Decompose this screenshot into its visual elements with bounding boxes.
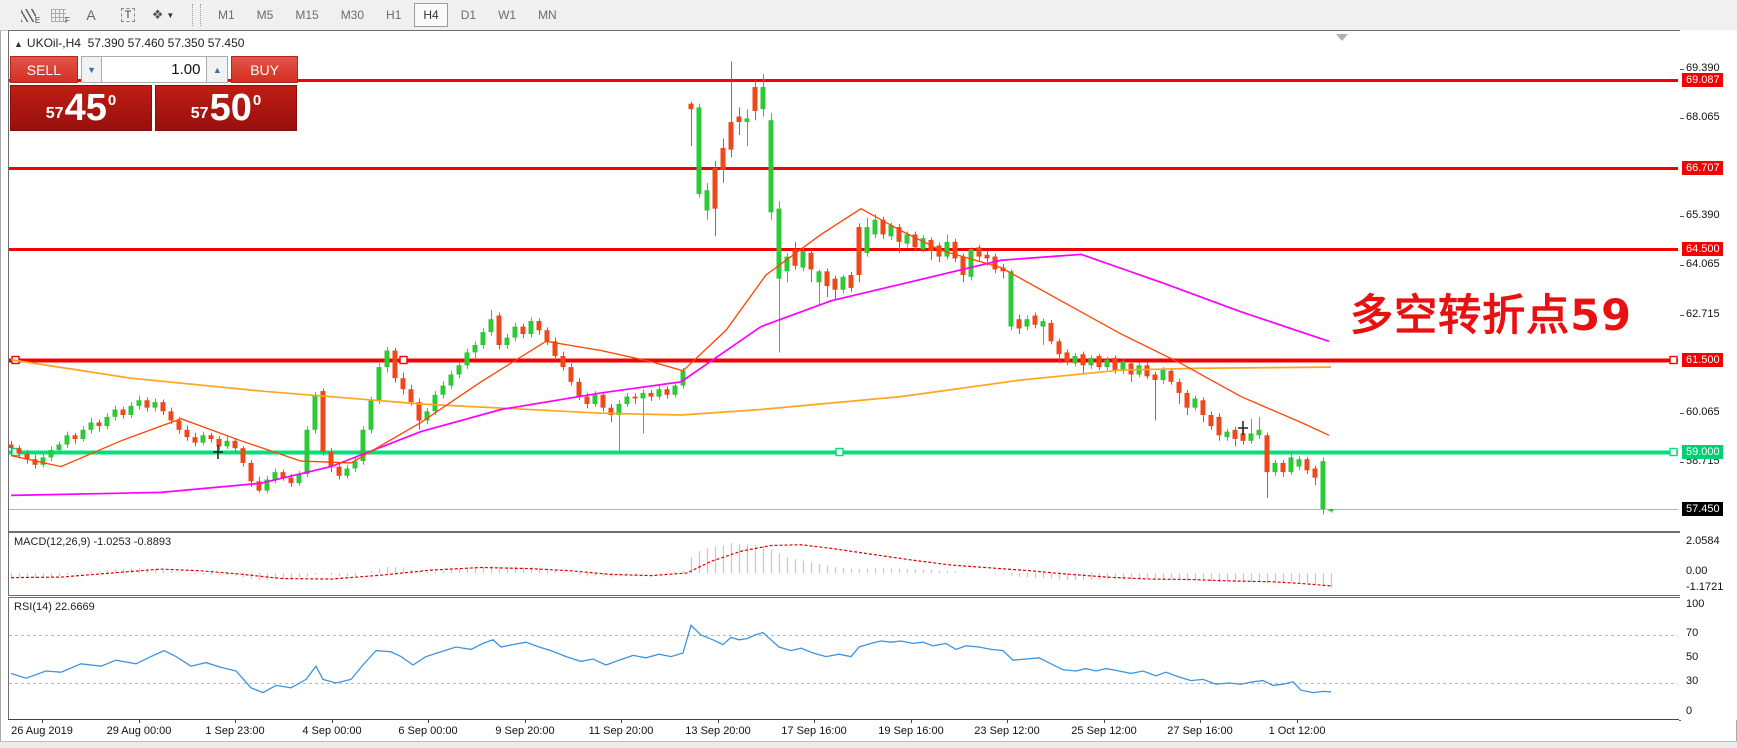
time-axis-tick: [139, 720, 140, 723]
price-axis-tick: 68.065: [1686, 110, 1720, 123]
axis-tick-dash: [1680, 216, 1684, 218]
price-badge: 57.450: [1682, 501, 1723, 516]
time-axis-label: 19 Sep 16:00: [878, 725, 944, 737]
price-axis-tick: 100: [1686, 598, 1705, 610]
axis-tick-dash: [1680, 412, 1684, 414]
price-axis-tick: 64.065: [1686, 258, 1720, 271]
time-axis-label: 26 Aug 2019: [11, 725, 73, 737]
axis-tick-dash: [1680, 462, 1684, 464]
rsi-panel[interactable]: [8, 597, 1681, 721]
time-axis-tick: [621, 720, 622, 723]
volume-decrease-button[interactable]: ▼: [80, 56, 103, 83]
time-axis-tick: [1104, 720, 1105, 723]
price-badge: 64.500: [1682, 242, 1723, 257]
axis-tick-dash: [1680, 314, 1684, 316]
ma-orangered: [10, 207, 1330, 468]
time-axis-tick: [42, 720, 43, 723]
rsi-label: RSI(14) 22.6669: [14, 601, 95, 613]
timeframe-button-MN[interactable]: MN: [529, 3, 566, 27]
time-axis-label: 4 Sep 00:00: [302, 725, 362, 737]
timeframe-button-H1[interactable]: H1: [377, 3, 410, 27]
price-axis-tick: 65.390: [1686, 209, 1720, 222]
time-axis-label: 17 Sep 16:00: [781, 725, 847, 737]
buy-price-display[interactable]: 57 50 0: [155, 85, 297, 131]
time-axis-tick: [1200, 720, 1201, 723]
price-badge: 61.500: [1682, 352, 1723, 367]
price-axis-tick: 30: [1686, 675, 1699, 687]
price-axis-tick: 0.00: [1686, 565, 1708, 577]
volume-increase-button[interactable]: ▲: [206, 56, 229, 83]
collapse-arrow-icon[interactable]: ▲: [14, 39, 23, 49]
timeframe-button-M30[interactable]: M30: [332, 3, 373, 27]
buy-button[interactable]: BUY: [231, 56, 298, 83]
macd-label: MACD(12,26,9) -1.0253 -0.8893: [14, 536, 172, 548]
price-axis[interactable]: 69.390 68.065 65.390 64.065 62.715 60.065 58.7…: [1680, 30, 1737, 720]
time-axis-label: 1 Sep 23:00: [205, 725, 265, 737]
sell-price-display[interactable]: 57 45 0: [10, 85, 152, 131]
axis-tick-dash: [1680, 265, 1684, 267]
chart-shift-marker-icon[interactable]: [1336, 34, 1348, 41]
price-axis-tick: 50: [1686, 651, 1699, 663]
hline-handle[interactable]: [399, 355, 408, 365]
time-axis-tick: [235, 720, 236, 723]
timeframe-button-W1[interactable]: W1: [489, 3, 525, 27]
chart-text-annotation[interactable]: 多空转折点59: [1316, 281, 1632, 343]
price-badge: 66.707: [1682, 160, 1723, 175]
time-axis-tick: [911, 720, 912, 723]
time-axis-label: 23 Sep 12:00: [974, 725, 1040, 737]
price-axis-tick: 0: [1686, 705, 1693, 717]
elliott-impulse-tool-icon[interactable]: E: [17, 2, 45, 28]
toolbar-separator: [192, 4, 201, 26]
time-axis-label: 27 Sep 16:00: [1167, 725, 1233, 737]
text-box-tool-icon[interactable]: T: [114, 2, 142, 28]
hline-handle[interactable]: [1669, 447, 1678, 457]
time-axis[interactable]: 26 Aug 2019 29 Aug 00:00 1 Sep 23:00 4 Sep …: [8, 719, 1679, 742]
price-badge: 69.087: [1682, 73, 1723, 88]
time-axis-tick: [1297, 720, 1298, 723]
hline-handle[interactable]: [835, 447, 844, 457]
text-label-tool-icon[interactable]: A: [77, 2, 105, 28]
timeframe-button-M1[interactable]: M1: [209, 3, 244, 27]
volume-input[interactable]: [102, 56, 207, 83]
time-axis-tick: [428, 720, 429, 723]
macd-panel[interactable]: [8, 532, 1681, 596]
macd-signal-line: [10, 544, 1332, 587]
axis-tick-dash: [1680, 117, 1684, 119]
time-axis-label: 13 Sep 20:00: [685, 725, 751, 737]
elliott-correction-tool-icon[interactable]: F: [47, 2, 75, 28]
time-axis-tick: [332, 720, 333, 723]
timeframe-button-H4[interactable]: H4: [414, 3, 448, 27]
price-axis-tick: 2.0584: [1686, 535, 1720, 548]
timeframe-button-M5[interactable]: M5: [248, 3, 283, 27]
axis-tick-dash: [1680, 69, 1684, 70]
macd-canvas: [10, 543, 1333, 588]
arrows-tool-icon[interactable]: ❖ ▼: [149, 2, 177, 28]
price-axis-tick: 62.715: [1686, 307, 1720, 320]
price-axis-tick: -1.1721: [1686, 581, 1724, 593]
time-axis-label: 6 Sep 00:00: [398, 725, 458, 737]
price-badge: 59.000: [1682, 444, 1723, 459]
price-axis-tick: 70: [1686, 627, 1699, 639]
time-axis-label: 25 Sep 12:00: [1071, 725, 1137, 737]
chart-symbol-title: ▲ UKOil-,H4 57.390 57.460 57.350 57.450: [14, 36, 245, 50]
timeframe-button-M15[interactable]: M15: [286, 3, 327, 27]
hline-handle[interactable]: [1669, 355, 1678, 365]
window-bottom-edge: [0, 741, 1737, 748]
rsi-canvas: [9, 624, 1678, 694]
time-axis-label: 29 Aug 00:00: [106, 725, 172, 737]
time-axis-label: 11 Sep 20:00: [588, 725, 654, 737]
top-toolbar: E F A T ❖ ▼ M1 M5 M15 M30 H1 H4 D1 W1 MN: [0, 0, 1737, 31]
trading-platform-window: E F A T ❖ ▼ M1 M5 M15 M30 H1 H4 D1 W1 MN ▲ UKOil-,…: [0, 0, 1737, 748]
timeframe-button-D1[interactable]: D1: [452, 3, 485, 27]
sell-button[interactable]: SELL: [10, 56, 78, 83]
time-axis-label: 1 Oct 12:00: [1268, 725, 1326, 737]
time-axis-tick: [525, 720, 526, 723]
time-axis-tick: [1007, 720, 1008, 723]
one-click-trading-panel: SELL ▼ ▲ BUY 57 45 0 57 50 0: [10, 56, 298, 131]
time-axis-tick: [814, 720, 815, 723]
time-axis-tick: [718, 720, 719, 723]
time-axis-label: 9 Sep 20:00: [495, 725, 555, 737]
price-axis-tick: 60.065: [1686, 405, 1720, 418]
